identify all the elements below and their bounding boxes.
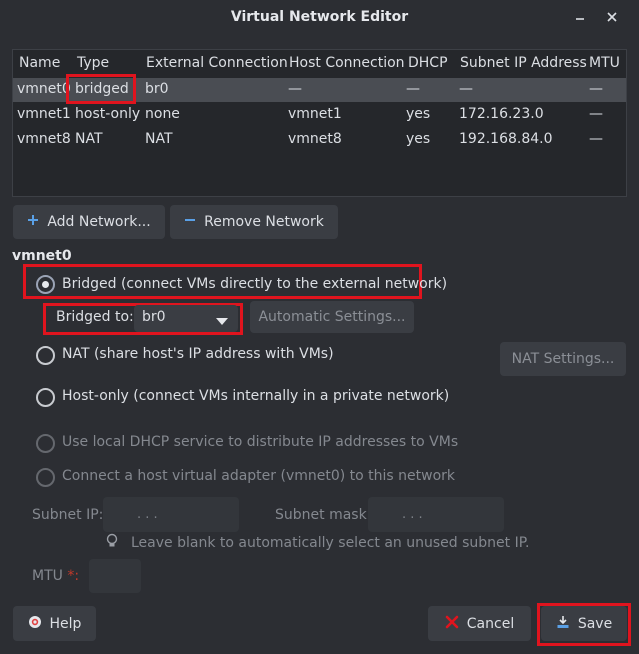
cell-type: NAT xyxy=(75,131,103,147)
bridged-to-value: br0 xyxy=(142,309,166,325)
nat-settings-button[interactable]: NAT Settings... xyxy=(500,342,626,376)
hostonly-radio-label[interactable]: Host-only (connect VMs internally in a p… xyxy=(62,388,449,404)
help-icon xyxy=(28,615,42,633)
window-title: Virtual Network Editor xyxy=(230,9,409,25)
dhcp-radio[interactable] xyxy=(36,434,55,453)
column-header-dhcp[interactable]: DHCP xyxy=(408,55,448,71)
nat-radio-label[interactable]: NAT (share host's IP address with VMs) xyxy=(62,346,334,362)
cancel-icon xyxy=(445,615,459,633)
mtu-field[interactable] xyxy=(89,559,141,593)
nat-radio[interactable] xyxy=(36,346,55,365)
mtu-label-text: MTU xyxy=(32,568,63,584)
column-header-name[interactable]: Name xyxy=(19,55,60,71)
help-button[interactable]: Help xyxy=(13,606,96,641)
plus-icon xyxy=(27,214,39,230)
subnet-ip-value: . . . xyxy=(137,507,158,522)
dropdown-arrow-icon xyxy=(216,314,228,330)
adapter-label[interactable]: Connect a host virtual adapter (vmnet0) … xyxy=(62,468,455,484)
cell-name: vmnet8 xyxy=(17,131,71,147)
subnet-mask-field[interactable]: . . . xyxy=(368,497,504,532)
network-section-title: vmnet0 xyxy=(12,248,72,264)
cell-external: NAT xyxy=(145,131,173,147)
cell-subnet: — xyxy=(459,81,473,97)
mtu-required-mark: *: xyxy=(67,568,80,584)
cell-host: vmnet1 xyxy=(288,106,342,122)
table-row[interactable]: vmnet8 NAT NAT vmnet8 yes 192.168.84.0 — xyxy=(13,128,626,152)
column-header-host[interactable]: Host Connection xyxy=(289,55,405,71)
cell-dhcp: yes xyxy=(406,106,431,122)
nat-settings-label: NAT Settings... xyxy=(511,351,615,367)
table-header: Name Type External Connection Host Conne… xyxy=(13,50,626,76)
remove-network-label: Remove Network xyxy=(204,214,324,230)
subnet-ip-label: Subnet IP: xyxy=(32,507,104,523)
help-label: Help xyxy=(49,615,82,632)
automatic-settings-label: Automatic Settings... xyxy=(258,309,406,325)
column-header-subnet[interactable]: Subnet IP Address xyxy=(460,55,587,71)
cancel-label: Cancel xyxy=(466,615,515,632)
subnet-mask-label: Subnet mask: xyxy=(275,507,372,523)
highlight-save-button xyxy=(537,603,631,646)
cell-mtu: — xyxy=(589,106,603,122)
cell-type: host-only xyxy=(75,106,141,122)
add-network-label: Add Network... xyxy=(47,214,151,230)
table-row[interactable]: vmnet1 host-only none vmnet1 yes 172.16.… xyxy=(13,103,626,127)
remove-network-button[interactable]: Remove Network xyxy=(170,205,338,239)
bridged-radio[interactable] xyxy=(36,275,55,294)
cell-subnet: 192.168.84.0 xyxy=(459,131,553,147)
minimize-icon[interactable] xyxy=(571,8,589,26)
cell-mtu: — xyxy=(589,81,603,97)
mtu-label: MTU *: xyxy=(32,568,79,584)
cell-subnet: 172.16.23.0 xyxy=(459,106,544,122)
cell-mtu: — xyxy=(589,131,603,147)
cell-host: — xyxy=(288,81,302,97)
cell-name: vmnet1 xyxy=(17,106,71,122)
automatic-settings-button[interactable]: Automatic Settings... xyxy=(250,301,414,333)
add-network-button[interactable]: Add Network... xyxy=(13,205,165,239)
hostonly-radio[interactable] xyxy=(36,388,55,407)
adapter-radio[interactable] xyxy=(36,468,55,487)
bridged-radio-label[interactable]: Bridged (connect VMs directly to the ext… xyxy=(62,276,447,292)
subnet-hint: Leave blank to automatically select an u… xyxy=(131,535,530,551)
subnet-ip-field[interactable]: . . . xyxy=(103,497,239,532)
minus-icon xyxy=(184,214,196,230)
cell-external: br0 xyxy=(145,81,169,97)
cell-name: vmnet0 xyxy=(17,81,71,97)
highlight-bridged-type xyxy=(66,74,136,104)
cell-host: vmnet8 xyxy=(288,131,342,147)
close-icon[interactable] xyxy=(603,8,621,26)
lightbulb-icon xyxy=(105,533,119,553)
bridged-to-dropdown[interactable]: br0 xyxy=(134,305,238,332)
cell-dhcp: — xyxy=(406,81,420,97)
column-header-external[interactable]: External Connection xyxy=(146,55,288,71)
column-header-mtu[interactable]: MTU xyxy=(589,55,620,71)
column-header-type[interactable]: Type xyxy=(77,55,109,71)
dhcp-label[interactable]: Use local DHCP service to distribute IP … xyxy=(62,434,458,450)
subnet-mask-value: . . . xyxy=(402,507,423,522)
bridged-to-label: Bridged to: xyxy=(56,309,134,325)
cell-dhcp: yes xyxy=(406,131,431,147)
cancel-button[interactable]: Cancel xyxy=(428,606,531,641)
network-table: Name Type External Connection Host Conne… xyxy=(12,49,627,197)
cell-external: none xyxy=(145,106,180,122)
